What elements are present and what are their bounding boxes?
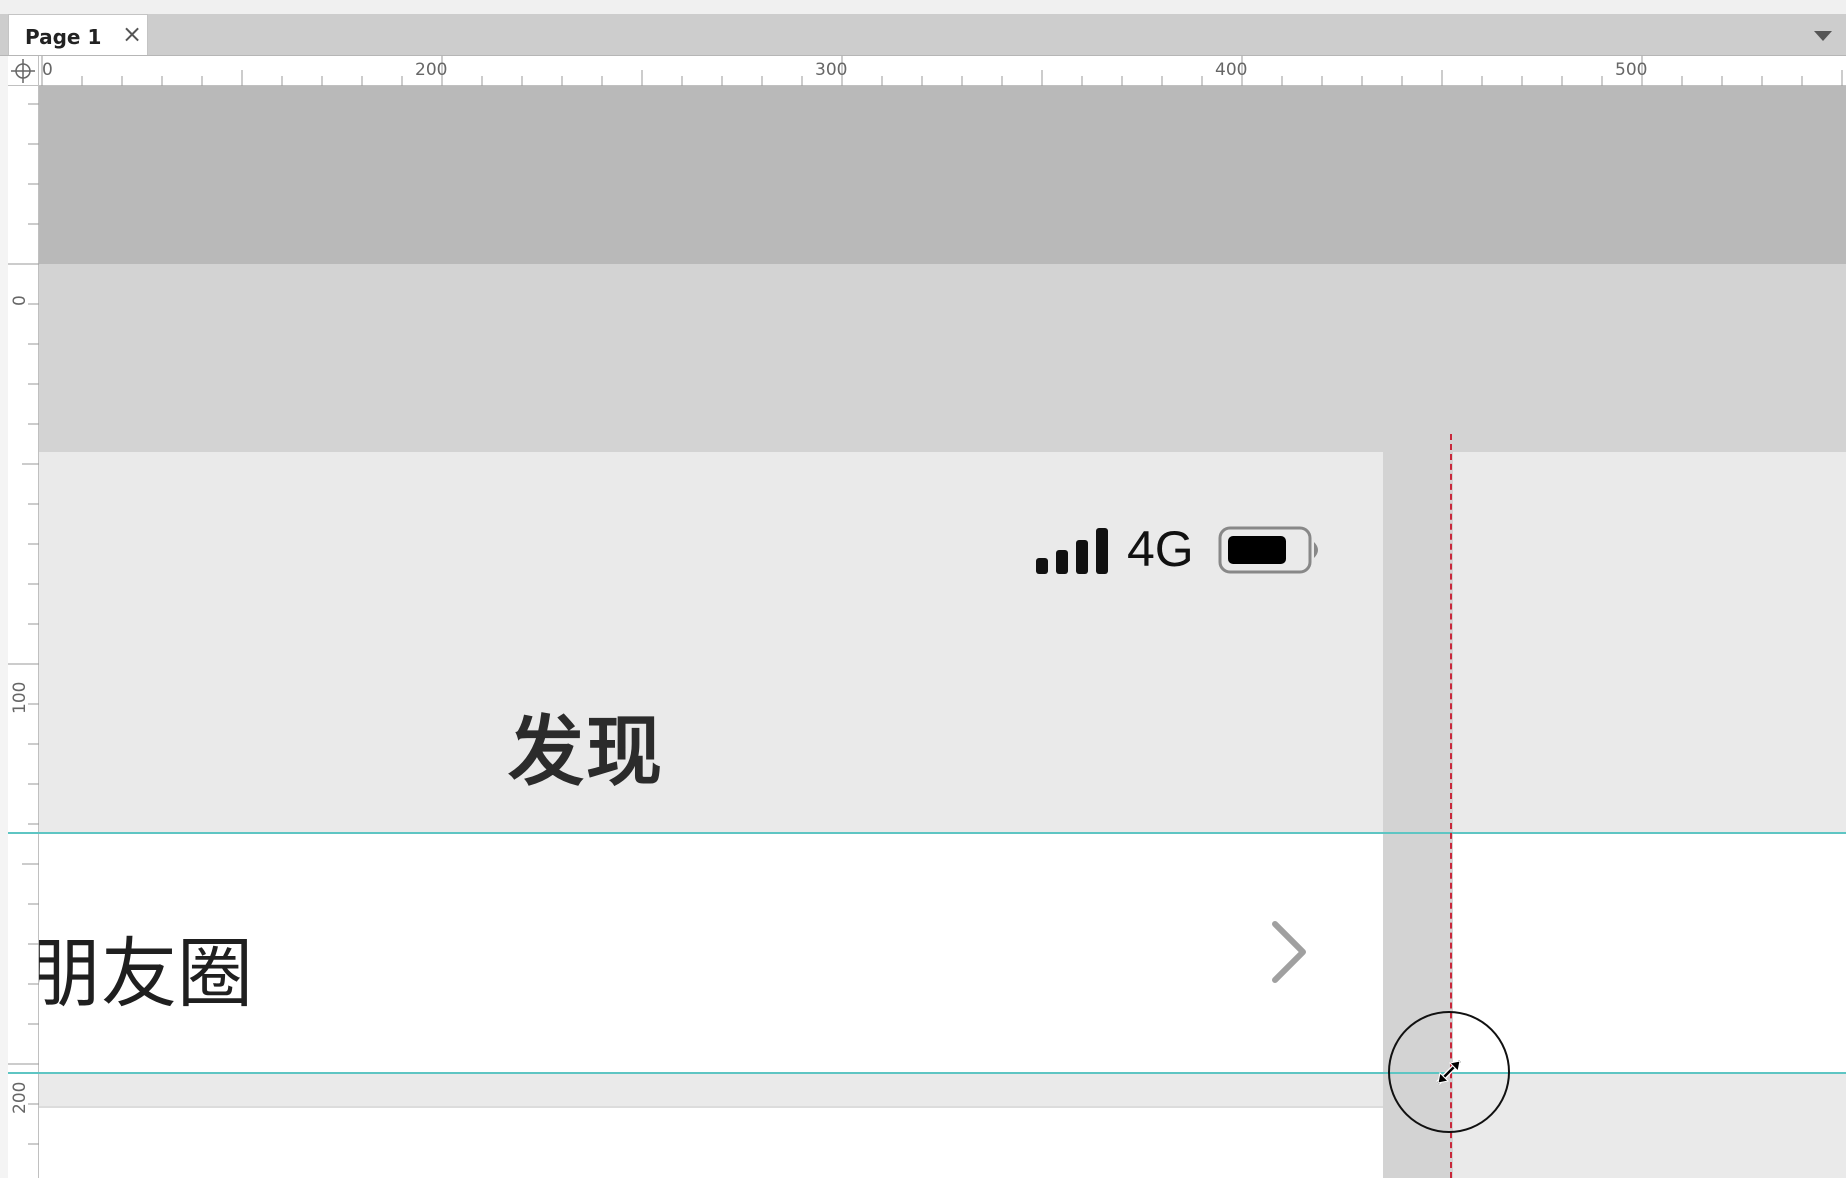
- chevron-right-icon: [1272, 921, 1306, 983]
- v-ruler-label-0: 0: [10, 295, 30, 306]
- canvas-artboard-margin: [39, 264, 1846, 452]
- battery-icon: [1218, 526, 1318, 574]
- horizontal-ruler[interactable]: 0 200 300 400 500: [39, 56, 1846, 86]
- v-ruler-label-200: 200: [10, 1081, 30, 1114]
- horizontal-ruler-ticks: [41, 56, 1843, 86]
- ruler-origin-crosshair-icon[interactable]: [8, 56, 39, 86]
- h-ruler-label-300: 300: [815, 60, 848, 80]
- v-ruler-label-100: 100: [10, 681, 30, 714]
- left-edge: [0, 56, 8, 1178]
- row-extension-area: [1453, 832, 1846, 1073]
- page-title: 发现: [508, 707, 664, 796]
- chevron-down-icon[interactable]: [1812, 28, 1834, 44]
- horizontal-guide-top[interactable]: [8, 832, 1846, 834]
- list-row-label: 朋友圈: [39, 929, 253, 1018]
- window-top-strip: [0, 0, 1846, 15]
- h-ruler-label-200: 200: [415, 60, 448, 80]
- h-ruler-label-0: 0: [42, 60, 53, 80]
- resize-diagonal-cursor-icon: [1436, 1059, 1462, 1085]
- h-ruler-label-400: 400: [1215, 60, 1248, 80]
- tab-close-icon[interactable]: ×: [120, 21, 144, 47]
- network-type-label: 4G: [1127, 521, 1194, 577]
- tab-label: Page 1: [25, 25, 102, 49]
- signal-bars-icon: [1036, 528, 1108, 574]
- vertical-ruler[interactable]: 0 100 200: [8, 86, 39, 1178]
- vertical-ruler-ticks: [8, 103, 39, 1145]
- canvas-offscreen-area: [39, 86, 1846, 264]
- phone-status-bar[interactable]: [39, 452, 1383, 832]
- tab-page-1[interactable]: Page 1 ×: [8, 14, 148, 55]
- h-ruler-label-500: 500: [1615, 60, 1648, 80]
- list-row-moments[interactable]: 朋友圈: [39, 832, 1383, 1073]
- horizontal-guide-bottom[interactable]: [8, 1072, 1846, 1074]
- next-list-row[interactable]: [39, 1108, 1383, 1178]
- document-tab-bar: [0, 14, 1846, 56]
